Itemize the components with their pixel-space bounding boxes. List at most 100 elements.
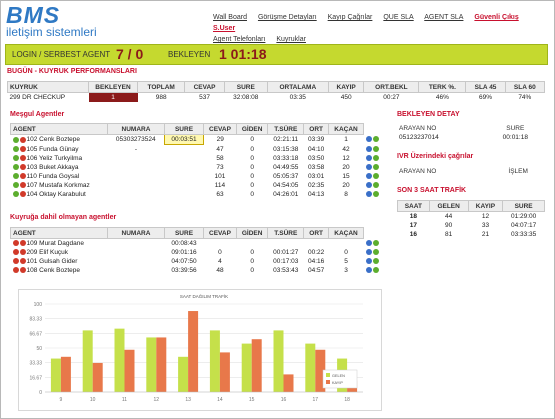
info-icon[interactable]: [365, 258, 372, 265]
col-header: KAÇAN: [328, 227, 364, 239]
queue-perf-title: BUGÜN - KUYRUK PERFORMANSLARI: [7, 68, 137, 75]
col-header: NUMARA: [107, 227, 165, 239]
table-row[interactable]: 105 Funda Günay - 47 0 03:15:38 04:10 42: [11, 145, 391, 155]
nav-agent-sla[interactable]: AGENT SLA: [424, 14, 463, 21]
duration-cell: 00:08:43: [171, 240, 197, 247]
row-actions: [364, 163, 391, 172]
hangup-icon[interactable]: [19, 155, 26, 162]
total-duration-cell: 02:21:11: [273, 136, 299, 144]
table-row[interactable]: 05123237014 00:01:18: [397, 133, 545, 142]
listen-icon[interactable]: [372, 146, 379, 153]
status-online-icon: [12, 191, 19, 198]
listen-icon[interactable]: [372, 258, 379, 265]
login-value: 7 / 0: [116, 46, 144, 62]
hangup-icon[interactable]: [19, 191, 26, 198]
col-header: SAAT: [397, 200, 430, 212]
idle-agents-table: AGENT NUMARA SURE CEVAP GİDEN T.SÜRE ORT…: [10, 227, 390, 275]
info-icon[interactable]: [365, 182, 372, 189]
info-icon[interactable]: [365, 146, 372, 153]
nav-queues[interactable]: Kuyruklar: [276, 36, 306, 43]
table-row[interactable]: 18 44 12 01:29:00: [398, 212, 545, 222]
missed-cell: 12: [342, 155, 350, 162]
outgoing-cell: 0: [250, 249, 254, 256]
bar-gelen: [82, 330, 93, 392]
answered-cell: 47: [216, 145, 224, 153]
table-row[interactable]: 107 Mustafa Korkmaz 114 0 04:54:05 02:35 20: [11, 181, 391, 190]
nav-que-sla[interactable]: QUE SLA: [383, 14, 413, 21]
table-row[interactable]: 16 81 21 03:33:35: [398, 230, 545, 239]
table-row[interactable]: 108 Cenk Boztepe 03:39:56 48 0 03:53:43 04:57…: [11, 266, 391, 275]
hangup-icon[interactable]: [19, 146, 26, 153]
listen-icon[interactable]: [372, 173, 379, 180]
listen-icon[interactable]: [372, 267, 379, 274]
table-row[interactable]: 104 Oktay Karabulut 63 0 04:26:01 04:13 8: [11, 190, 391, 199]
hangup-icon[interactable]: [19, 249, 26, 256]
hour-cell: 16: [409, 231, 417, 238]
table-row[interactable]: 109 Murat Dagdane 00:08:43: [11, 239, 391, 249]
nav-lost-calls[interactable]: Kayıp Çağrılar: [328, 14, 373, 21]
table-row[interactable]: 209 Elif Kuçuk 09:01:16 0 0 00:01:27 00:22 0: [11, 248, 391, 257]
hangup-icon[interactable]: [19, 240, 26, 247]
col-header: KUYRUK: [7, 81, 89, 93]
waiting-detail-title: BEKLEYEN DETAY: [397, 111, 460, 118]
answered-cell: 4: [218, 258, 222, 265]
hangup-icon[interactable]: [19, 182, 26, 189]
col-header: İŞLEM: [491, 166, 545, 176]
bar-gelen: [273, 330, 284, 392]
info-icon[interactable]: [365, 155, 372, 162]
lost-cell: 12: [481, 213, 490, 220]
row-actions: [364, 145, 391, 155]
row-actions: [364, 257, 391, 266]
legend-box: [322, 369, 358, 389]
top-nav: Wall Board Görüşme Detayları Kayıp Çağrı…: [213, 12, 551, 45]
table-row[interactable]: 103 Buket Akkaya 73 0 04:49:55 03:58 20: [11, 163, 391, 172]
outgoing-cell: 0: [250, 155, 254, 162]
info-icon[interactable]: [365, 191, 372, 198]
answered-cell: 48: [216, 267, 224, 274]
bar-gelen: [114, 328, 125, 392]
nav-call-details[interactable]: Görüşme Detayları: [258, 14, 317, 21]
bar-kayip: [60, 356, 71, 392]
table-row[interactable]: 102 Cenk Boztepe 05303273524 00:03:51 29 0 02…: [11, 134, 391, 145]
hangup-icon[interactable]: [19, 258, 26, 265]
nav-wallboard[interactable]: Wall Board: [213, 14, 247, 21]
table-row[interactable]: 106 Yeliz Turkyilma 58 0 03:33:18 03:50 12: [11, 154, 391, 163]
info-icon[interactable]: [365, 173, 372, 180]
incoming-cell: 90: [445, 222, 453, 229]
listen-icon[interactable]: [372, 182, 379, 189]
listen-icon[interactable]: [372, 191, 379, 198]
info-icon[interactable]: [365, 136, 372, 143]
info-icon[interactable]: [365, 249, 372, 256]
listen-icon[interactable]: [372, 155, 379, 162]
listen-icon[interactable]: [372, 164, 379, 171]
x-tick-label: 10: [90, 397, 96, 403]
nav-agent-phones[interactable]: Agent Telefonları: [213, 36, 265, 43]
listen-icon[interactable]: [372, 240, 379, 247]
x-tick-label: 17: [313, 397, 319, 403]
hangup-icon[interactable]: [19, 136, 26, 143]
hangup-icon[interactable]: [19, 267, 26, 274]
idle-agents-title: Kuyruğa dahil olmayan agentler: [10, 214, 117, 221]
info-icon[interactable]: [365, 240, 372, 247]
x-tick-label: 12: [154, 397, 160, 403]
outgoing-cell: 0: [250, 173, 254, 180]
x-tick-label: 18: [344, 397, 350, 403]
legend-swatch: [326, 373, 330, 377]
hangup-icon[interactable]: [19, 173, 26, 180]
agent-cell: 106 Yeliz Turkyilma: [11, 154, 108, 163]
col-header: SURE: [223, 81, 268, 93]
queue-duration: 32:08:08: [233, 94, 259, 101]
info-icon[interactable]: [365, 164, 372, 171]
col-header: GİDEN: [235, 227, 269, 239]
col-header: SURE: [485, 123, 545, 133]
table-row[interactable]: 17 90 33 04:07:17: [398, 221, 545, 230]
listen-icon[interactable]: [372, 249, 379, 256]
table-row[interactable]: 101 Gulsah Gider 04:07:50 4 0 00:17:03 04:16 5: [11, 257, 391, 266]
listen-icon[interactable]: [372, 136, 379, 143]
col-header: TERK %.: [418, 81, 467, 93]
table-row[interactable]: 110 Funda Goysal 101 0 05:05:37 03:01 15: [11, 172, 391, 181]
table-row[interactable]: 299 DR CHECKUP 1 988 537 32:08:08 03:35 …: [8, 92, 545, 102]
info-icon[interactable]: [365, 267, 372, 274]
hangup-icon[interactable]: [19, 164, 26, 171]
bar-kayip: [188, 311, 199, 392]
